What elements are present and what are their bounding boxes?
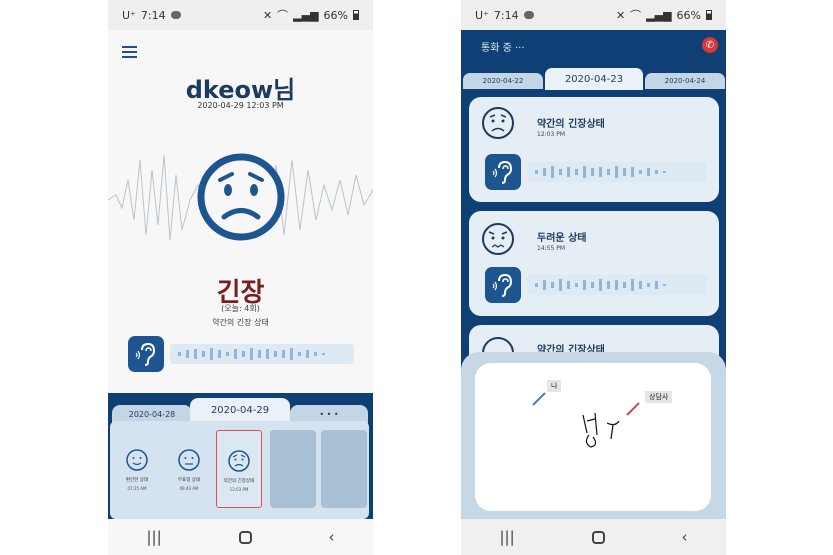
navigation-bar: ||| ‹	[461, 519, 726, 555]
status-bar: U⁺ 7:14 ✕ ⌒ ▂▄▆ 66%	[461, 0, 726, 30]
ear-icon	[492, 160, 513, 184]
audio-waveform[interactable]	[170, 344, 354, 364]
worried-face-icon	[197, 153, 285, 241]
record-title: 두려운 상태	[537, 233, 587, 244]
listen-button[interactable]	[485, 154, 521, 190]
clock: 7:14	[140, 8, 166, 22]
mute-icon: ✕	[262, 8, 273, 22]
navigation-bar: ||| ‹	[108, 519, 373, 555]
ear-icon	[135, 342, 156, 366]
record-time: 12:03 PM	[537, 131, 565, 138]
signal-icon: ▂▄▆	[646, 8, 672, 22]
audio-waveform[interactable]	[527, 275, 707, 295]
home-icon[interactable]	[238, 530, 252, 544]
card-time: 09:43 AM	[179, 486, 199, 491]
message-icon	[170, 11, 181, 19]
card-label: 약간의 긴장상태	[223, 479, 255, 484]
battery-icon	[353, 10, 359, 20]
neutral-face-icon	[178, 449, 200, 471]
end-call-icon[interactable]: ✆	[702, 37, 718, 53]
back-icon[interactable]: ‹	[682, 528, 688, 546]
waveform-graphic	[178, 348, 325, 360]
audio-waveform[interactable]	[527, 162, 707, 182]
ear-icon	[492, 273, 513, 297]
tab-2020-04-24[interactable]: 2020-04-24	[645, 73, 725, 89]
user-name: dkeow님	[185, 76, 296, 104]
call-status: 통화 중 ···	[481, 43, 525, 54]
counselor-label: 상담사	[645, 391, 673, 403]
waveform-graphic	[535, 166, 666, 178]
tab-2020-04-23[interactable]: 2020-04-23	[545, 68, 643, 90]
menu-icon[interactable]	[122, 46, 137, 61]
call-screen: U⁺ 7:14 ✕ ⌒ ▂▄▆ 66% 통화 중 ··· ✆ 2020-04-2…	[461, 0, 726, 555]
record-title: 약간의 긴장상태	[537, 119, 605, 130]
record-time: 14:55 PM	[537, 245, 565, 252]
worried-face-icon	[482, 107, 514, 139]
scared-face-icon	[482, 223, 514, 255]
main-screen: U⁺ 7:14 ✕ ⌒ ▂▄▆ 66% dkeow님 2020-04-29 12…	[108, 0, 373, 555]
back-icon[interactable]: ‹	[329, 528, 335, 546]
home-icon[interactable]	[591, 530, 605, 544]
wifi-icon: ⌒	[630, 9, 642, 22]
mute-icon: ✕	[615, 8, 626, 22]
empty-card	[270, 430, 316, 508]
me-label: 나	[547, 380, 562, 392]
signature-drawing	[532, 392, 640, 448]
clock: 7:14	[493, 8, 519, 22]
empty-card	[321, 430, 367, 508]
current-datetime: 2020-04-29 12:03 PM	[197, 101, 284, 110]
listen-button[interactable]	[128, 336, 164, 372]
recent-apps-icon[interactable]: |||	[499, 528, 514, 546]
wifi-icon: ⌒	[277, 9, 289, 22]
battery-percent: 66%	[676, 8, 701, 22]
card-time: 07:25 AM	[127, 486, 147, 491]
tab-2020-04-22[interactable]: 2020-04-22	[463, 73, 543, 89]
emotion-card-selected[interactable]: 약간의 긴장상태 12:03 PM	[216, 430, 262, 508]
smile-face-icon	[126, 449, 148, 471]
card-time: 12:03 PM	[229, 487, 249, 492]
listen-button[interactable]	[485, 267, 521, 303]
emotion-card[interactable]: 편안한 상태 07:25 AM	[114, 430, 160, 508]
battery-icon	[706, 10, 712, 20]
message-icon	[523, 11, 534, 19]
card-label: 무표정 상태	[177, 478, 201, 483]
recent-apps-icon[interactable]: |||	[146, 528, 161, 546]
card-label: 편안한 상태	[125, 478, 149, 483]
worried-face-icon	[228, 450, 250, 472]
carrier-label: U⁺	[475, 8, 489, 22]
carrier-label: U⁺	[122, 8, 136, 22]
emotion-description: 약간의 긴장 상태	[212, 318, 269, 327]
battery-percent: 66%	[323, 8, 348, 22]
waveform-graphic	[535, 279, 666, 291]
emotion-count: (오늘: 4회)	[221, 304, 260, 313]
tab-2020-04-29[interactable]: 2020-04-29	[190, 398, 290, 423]
signal-icon: ▂▄▆	[293, 8, 319, 22]
emotion-card[interactable]: 무표정 상태 09:43 AM	[166, 430, 212, 508]
status-bar: U⁺ 7:14 ✕ ⌒ ▂▄▆ 66%	[108, 0, 373, 30]
